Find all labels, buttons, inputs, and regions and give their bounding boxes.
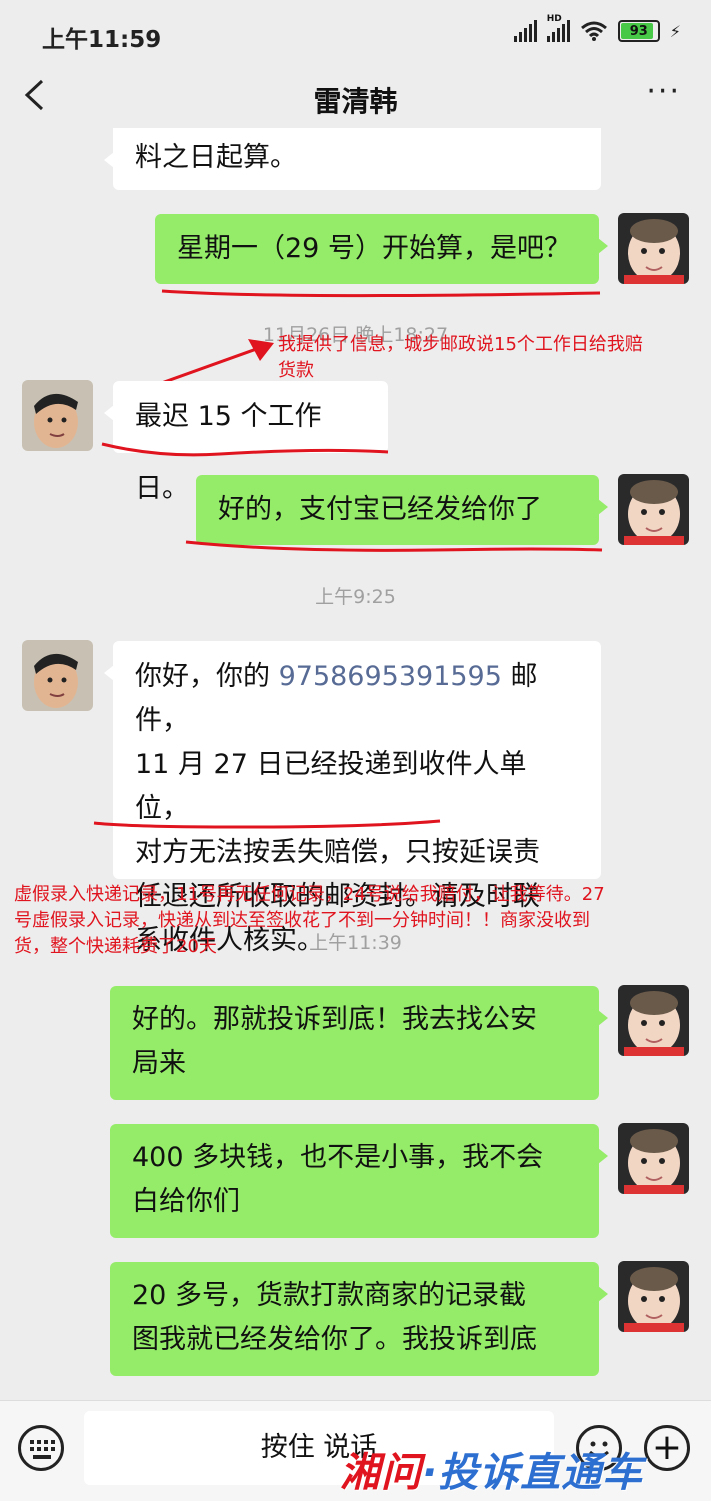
red-underline [93, 819, 441, 829]
message-text: 好的，支付宝已经发给你了 [218, 494, 542, 525]
more-button[interactable]: ··· [646, 74, 681, 109]
message-bubble[interactable]: 400 多块钱，也不是小事，我不会 白给你们 [110, 1124, 608, 1238]
message-line: 好的。那就投诉到底！我去找公安 [132, 1004, 537, 1035]
status-bar: 上午11:59 HD 93 ⚡ [0, 0, 711, 68]
message-bubble[interactable]: 好的。那就投诉到底！我去找公安 局来 [110, 986, 608, 1100]
keyboard-toggle-button[interactable] [18, 1425, 64, 1471]
watermark-logo: 湘问·投诉直通车 [340, 1450, 644, 1496]
status-icons: HD 93 ⚡ [513, 14, 681, 42]
chat-title: 雷清韩 [313, 85, 398, 118]
annotation-text: 我提供了信息，城步邮政说15个工作日给我赔 货款 [278, 334, 643, 381]
battery-icon: 93 [617, 20, 660, 42]
message-bubble[interactable]: 好的，支付宝已经发给你了 [196, 475, 608, 545]
message-bubble[interactable]: 20 多号，货款打款商家的记录截 图我就已经发给你了。我投诉到底 [110, 1262, 608, 1376]
annotation-text: 虚假录入快递记录，11号再无任何记录，24号说给我赔付，让我等待。27 号虚假录… [14, 884, 605, 957]
avatar-self[interactable] [618, 213, 689, 284]
message-bubble[interactable]: 星期一（29 号）开始算，是吧？ [155, 214, 608, 284]
charging-icon: ⚡ [669, 21, 681, 41]
signal-hd-icon: HD [546, 14, 570, 42]
more-dots-icon: ··· [646, 74, 681, 109]
avatar-contact[interactable] [22, 380, 93, 451]
message-line: 20 多号，货款打款商家的记录截 [132, 1280, 526, 1311]
message-line: 你好，你的 9758695391595 邮件， [135, 661, 538, 736]
red-underline [161, 289, 601, 298]
timestamp: 上午9:25 [315, 586, 396, 608]
plus-button[interactable]: + [644, 1425, 690, 1471]
message-text: 料之日起算。 [135, 142, 297, 173]
message-line: 图我就已经发给你了。我投诉到底 [132, 1324, 537, 1355]
red-underline [185, 540, 603, 552]
avatar-self[interactable] [618, 474, 689, 545]
red-underline [101, 442, 389, 457]
plus-icon: + [651, 1427, 683, 1468]
avatar-self[interactable] [618, 1261, 689, 1332]
avatar-self[interactable] [618, 985, 689, 1056]
message-text: 星期一（29 号）开始算，是吧？ [177, 233, 571, 264]
message-line: 400 多块钱，也不是小事，我不会 [132, 1142, 544, 1173]
avatar-contact[interactable] [22, 640, 93, 711]
avatar-self[interactable] [618, 1123, 689, 1194]
message-bubble[interactable]: 料之日起算。 [104, 128, 601, 190]
message-line: 对方无法按丢失赔偿，只按延误责 [135, 837, 540, 868]
chat-header: 雷清韩 ··· [0, 68, 711, 128]
status-time: 上午11:59 [42, 27, 162, 53]
wifi-icon [580, 21, 607, 41]
message-line: 局来 [132, 1048, 186, 1079]
message-bubble[interactable]: 你好，你的 9758695391595 邮件， 11 月 27 日已经投递到收件… [104, 641, 601, 956]
signal-icon [513, 20, 537, 42]
message-line: 白给你们 [132, 1186, 240, 1217]
tracking-number[interactable]: 9758695391595 [279, 661, 502, 692]
